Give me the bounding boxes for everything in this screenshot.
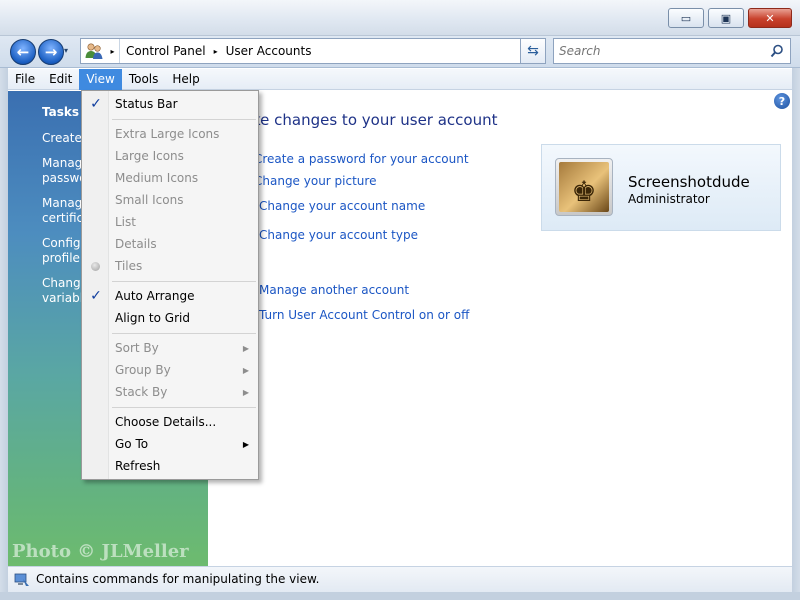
- menu-item-choose-details[interactable]: Choose Details...: [82, 412, 258, 433]
- breadcrumb-root-arrow[interactable]: ▸: [106, 39, 120, 63]
- menu-item-label: Small Icons: [115, 193, 184, 207]
- close-icon: ✕: [765, 11, 775, 25]
- computer-icon: [14, 573, 29, 586]
- window-frame-right: [792, 68, 800, 600]
- menu-item-stack-by[interactable]: Stack By ▶: [82, 382, 258, 403]
- search-box[interactable]: [553, 38, 791, 64]
- main-content: ? ke changes to your user account Create…: [208, 91, 792, 566]
- menu-item-extra-large-icons[interactable]: Extra Large Icons: [82, 124, 258, 145]
- submenu-arrow-icon: ▶: [242, 440, 249, 449]
- tasks-heading: Tasks: [42, 105, 80, 119]
- close-button[interactable]: ✕: [748, 8, 792, 28]
- maximize-icon: ▣: [720, 11, 732, 25]
- view-menu-dropdown: ✓ Status Bar Extra Large Icons Large Ico…: [81, 90, 259, 480]
- menu-bar: File Edit View Tools Help: [8, 69, 792, 90]
- address-bar[interactable]: ▸ Control Panel ▸ User Accounts ▾: [80, 38, 546, 64]
- menu-item-label: Refresh: [115, 459, 161, 473]
- menu-item-label: Auto Arrange: [115, 289, 195, 303]
- menu-separator: [112, 407, 256, 408]
- menu-item-label: Large Icons: [115, 149, 184, 163]
- back-button[interactable]: ←: [10, 39, 36, 65]
- address-row: ← → ▾ ▸ Control Panel ▸ User Accounts ▾ …: [0, 36, 800, 68]
- submenu-arrow-icon: ▶: [242, 388, 249, 397]
- menu-separator: [112, 333, 256, 334]
- menu-help[interactable]: Help: [165, 69, 206, 90]
- menu-item-label: Go To: [115, 437, 149, 451]
- link-change-picture[interactable]: Change your picture: [254, 174, 376, 188]
- menu-item-go-to[interactable]: Go To ▶: [82, 434, 258, 455]
- maximize-button[interactable]: ▣: [708, 8, 744, 28]
- menu-item-label: Status Bar: [115, 97, 178, 111]
- menu-item-label: Choose Details...: [115, 415, 217, 429]
- menu-item-label: Group By: [115, 363, 171, 377]
- check-icon: ✓: [90, 96, 102, 112]
- menu-item-large-icons[interactable]: Large Icons: [82, 146, 258, 167]
- status-text: Contains commands for manipulating the v…: [36, 572, 320, 586]
- photo-watermark: Photo © JLMeller: [12, 541, 189, 562]
- link-create-password[interactable]: Create a password for your account: [254, 152, 469, 166]
- menu-tools[interactable]: Tools: [122, 69, 166, 90]
- user-accounts-icon: [82, 39, 106, 63]
- menu-item-sort-by[interactable]: Sort By ▶: [82, 338, 258, 359]
- chess-piece-icon: ♚: [571, 175, 597, 208]
- menu-item-list[interactable]: List: [82, 212, 258, 233]
- window-frame-bottom: [0, 592, 800, 600]
- menu-item-label: List: [115, 215, 136, 229]
- link-change-account-name[interactable]: Change your account name: [259, 199, 425, 213]
- minimize-icon: ▭: [680, 11, 692, 25]
- menu-item-label: Extra Large Icons: [115, 127, 220, 141]
- help-icon[interactable]: ?: [774, 93, 790, 109]
- title-bar: ▭ ▣ ✕: [0, 0, 800, 36]
- menu-view[interactable]: View: [79, 69, 122, 90]
- menu-item-label: Stack By: [115, 385, 168, 399]
- menu-item-small-icons[interactable]: Small Icons: [82, 190, 258, 211]
- link-manage-another-account[interactable]: Manage another account: [259, 283, 409, 297]
- task-link-create[interactable]: Create: [42, 131, 82, 146]
- user-name: Screenshotdude: [628, 173, 750, 191]
- submenu-arrow-icon: ▶: [242, 344, 249, 353]
- menu-item-label: Tiles: [115, 259, 143, 273]
- breadcrumb-control-panel[interactable]: Control Panel: [120, 39, 212, 63]
- menu-item-refresh[interactable]: Refresh: [82, 456, 258, 477]
- menu-item-details[interactable]: Details: [82, 234, 258, 255]
- link-user-account-control[interactable]: Turn User Account Control on or off: [259, 308, 469, 322]
- refresh-button[interactable]: ⇆: [520, 38, 546, 64]
- check-icon: ✓: [90, 288, 102, 304]
- breadcrumb-arrow-icon[interactable]: ▸: [212, 47, 220, 56]
- menu-item-medium-icons[interactable]: Medium Icons: [82, 168, 258, 189]
- page-title: ke changes to your user account: [252, 111, 498, 129]
- menu-separator: [112, 119, 256, 120]
- search-icon[interactable]: [770, 44, 784, 58]
- radio-dot-icon: [91, 262, 100, 271]
- refresh-icon: ⇆: [527, 43, 539, 59]
- menu-item-group-by[interactable]: Group By ▶: [82, 360, 258, 381]
- user-role: Administrator: [628, 192, 710, 206]
- menu-item-label: Sort By: [115, 341, 159, 355]
- task-link-manage-passwords[interactable]: Manag passwo: [42, 156, 87, 186]
- status-bar: Contains commands for manipulating the v…: [8, 566, 792, 592]
- search-input[interactable]: [559, 44, 759, 58]
- minimize-button[interactable]: ▭: [668, 8, 704, 28]
- menu-item-label: Align to Grid: [115, 311, 190, 325]
- menu-item-status-bar[interactable]: ✓ Status Bar: [82, 94, 258, 115]
- window-frame-left: [0, 68, 8, 600]
- recent-pages-dropdown[interactable]: ▾: [64, 46, 68, 55]
- breadcrumb-user-accounts[interactable]: User Accounts: [220, 39, 318, 63]
- submenu-arrow-icon: ▶: [242, 366, 249, 375]
- link-change-account-type[interactable]: Change your account type: [259, 228, 418, 242]
- avatar[interactable]: ♚: [555, 158, 613, 216]
- back-arrow-icon: ←: [16, 43, 30, 61]
- menu-file[interactable]: File: [8, 69, 42, 90]
- window-controls: ▭ ▣ ✕: [668, 8, 792, 28]
- menu-item-label: Medium Icons: [115, 171, 199, 185]
- menu-item-align-to-grid[interactable]: Align to Grid: [82, 308, 258, 329]
- forward-button[interactable]: →: [38, 39, 64, 65]
- menu-item-label: Details: [115, 237, 157, 251]
- forward-arrow-icon: →: [44, 43, 58, 61]
- menu-edit[interactable]: Edit: [42, 69, 79, 90]
- menu-item-auto-arrange[interactable]: ✓ Auto Arrange: [82, 286, 258, 307]
- user-card: ♚ Screenshotdude Administrator: [541, 144, 781, 231]
- menu-item-tiles[interactable]: Tiles: [82, 256, 258, 277]
- menu-separator: [112, 281, 256, 282]
